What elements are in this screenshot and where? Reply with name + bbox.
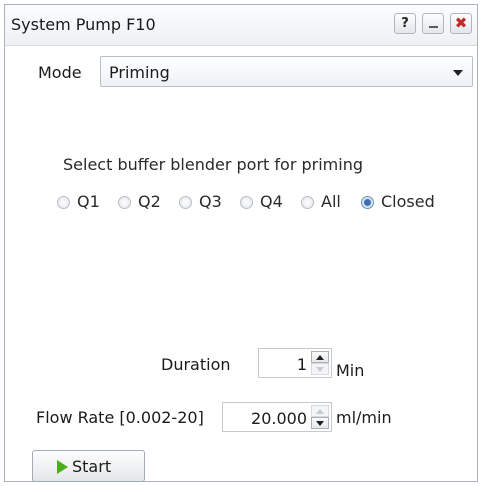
mode-label: Mode: [38, 63, 82, 82]
radio-dot-icon: [301, 196, 314, 209]
help-button[interactable]: ?: [394, 13, 416, 34]
chevron-down-icon: [453, 70, 463, 76]
arrow-down-icon: [316, 421, 324, 426]
duration-label: Duration: [161, 355, 231, 374]
radio-label: Q3: [199, 192, 222, 211]
mode-value: Priming: [109, 63, 170, 82]
flow-rate-stepper-arrows: [311, 405, 329, 429]
duration-unit: Min: [336, 361, 365, 380]
mode-dropdown[interactable]: Priming: [100, 56, 473, 87]
duration-increment-button[interactable]: [311, 351, 329, 363]
radio-label: All: [321, 192, 341, 211]
flow-rate-value[interactable]: 20.000: [251, 409, 307, 428]
priming-port-prompt: Select buffer blender port for priming: [63, 155, 363, 174]
window-title: System Pump F10: [11, 15, 156, 34]
radio-label: Q2: [138, 192, 161, 211]
radio-dot-selected-icon: [361, 196, 374, 209]
dialog-window: System Pump F10 ? ✖ Mode Priming Select …: [4, 4, 478, 482]
title-bar[interactable]: System Pump F10 ? ✖: [5, 5, 477, 46]
arrow-down-icon: [316, 367, 324, 372]
minimize-icon: [429, 26, 438, 28]
radio-label: Closed: [381, 192, 435, 211]
flow-rate-unit: ml/min: [336, 408, 392, 427]
duration-value[interactable]: 1: [297, 355, 307, 374]
radio-label: Q4: [260, 192, 283, 211]
close-button[interactable]: ✖: [450, 13, 472, 34]
start-button[interactable]: Start: [32, 450, 145, 482]
arrow-up-icon: [316, 409, 324, 414]
arrow-up-icon: [316, 355, 324, 360]
duration-decrement-button[interactable]: [311, 363, 329, 375]
duration-stepper-arrows: [311, 351, 329, 375]
flow-rate-increment-button[interactable]: [311, 405, 329, 417]
flow-rate-decrement-button[interactable]: [311, 417, 329, 429]
flow-rate-label: Flow Rate [0.002-20]: [36, 408, 204, 427]
radio-dot-icon: [179, 196, 192, 209]
start-label: Start: [72, 457, 112, 476]
minimize-button[interactable]: [422, 13, 444, 34]
radio-dot-icon: [240, 196, 253, 209]
radio-dot-icon: [57, 196, 70, 209]
radio-dot-icon: [118, 196, 131, 209]
duration-stepper[interactable]: 1: [258, 348, 332, 378]
play-icon: [57, 460, 68, 474]
flow-rate-stepper[interactable]: 20.000: [222, 402, 332, 432]
radio-label: Q1: [77, 192, 100, 211]
